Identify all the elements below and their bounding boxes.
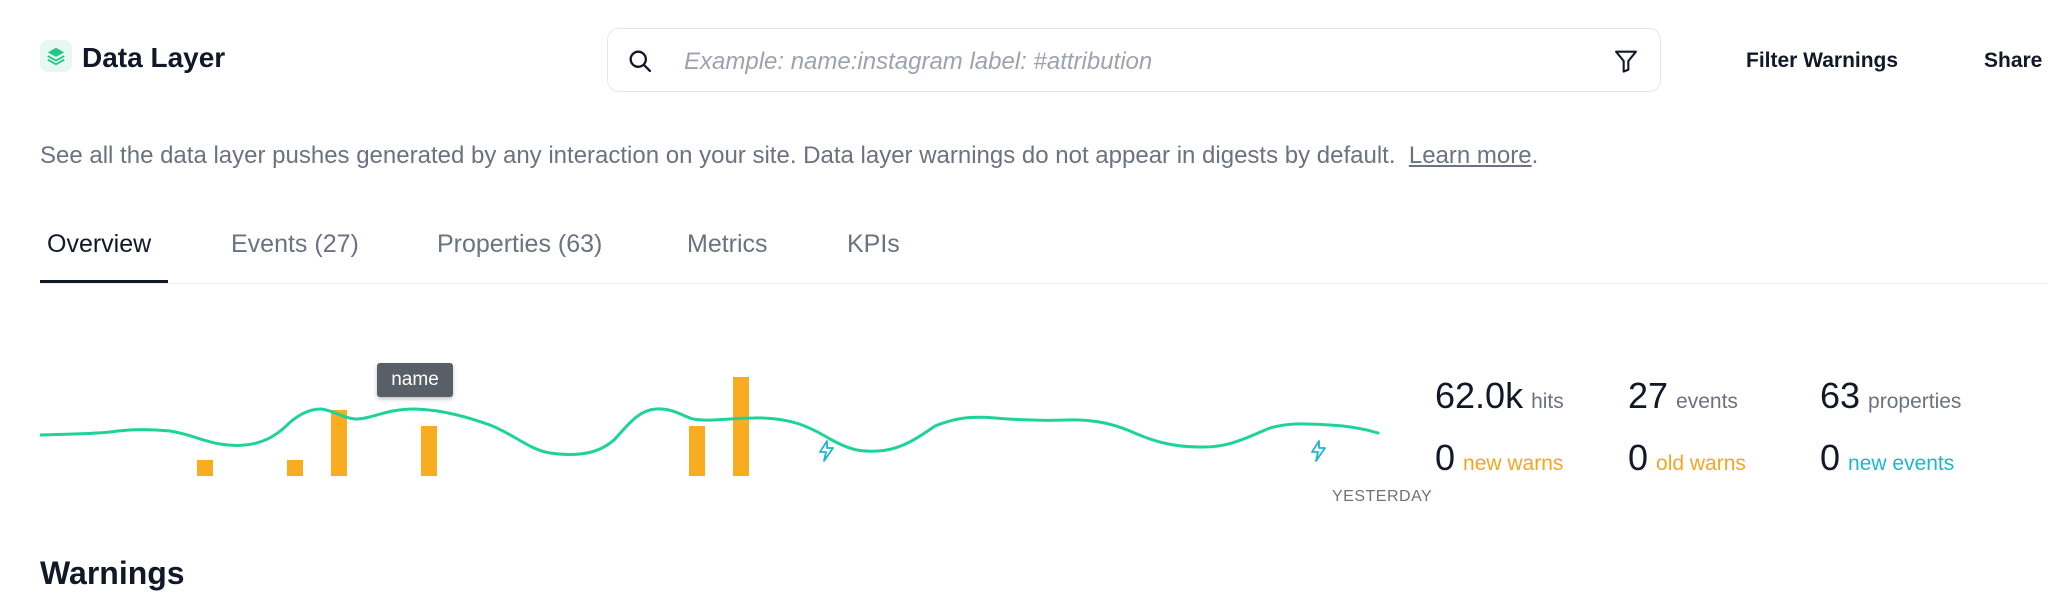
bars-group xyxy=(197,377,749,476)
stat-label: new events xyxy=(1848,452,1955,475)
stat-hits: 62.0k hits xyxy=(1435,376,1564,424)
stat-new-events: 0 new events xyxy=(1820,438,1954,486)
layers-icon xyxy=(47,47,65,66)
stat-label: events xyxy=(1676,390,1738,413)
tab-metrics[interactable]: Metrics xyxy=(687,226,768,262)
filter-icon[interactable] xyxy=(1612,47,1640,75)
search-icon xyxy=(629,50,652,73)
x-axis-label: YESTERDAY xyxy=(1332,488,1433,505)
search-bar[interactable] xyxy=(607,28,1661,92)
logo xyxy=(40,40,72,72)
search-input[interactable] xyxy=(682,41,1566,83)
lightning-icon xyxy=(1311,440,1326,462)
stat-value: 63 xyxy=(1820,375,1861,416)
share-button[interactable]: Share xyxy=(1984,47,2042,75)
page-title: Data Layer xyxy=(82,42,226,73)
warning-bar xyxy=(733,377,749,476)
tabs-divider xyxy=(40,283,2048,284)
hits-line xyxy=(40,407,1380,456)
stat-label: properties xyxy=(1868,390,1962,413)
warning-bar xyxy=(287,460,303,476)
learn-more-link[interactable]: Learn more xyxy=(1409,142,1532,169)
page-description: See all the data layer pushes generated … xyxy=(40,140,1538,172)
stat-properties: 63 properties xyxy=(1820,376,1961,424)
stat-events: 27 events xyxy=(1628,376,1738,424)
warning-bar xyxy=(689,426,705,476)
stat-new-warns: 0 new warns xyxy=(1435,438,1563,486)
warning-bar xyxy=(421,426,437,476)
stat-label: new warns xyxy=(1463,452,1564,475)
filter-warnings-button[interactable]: Filter Warnings xyxy=(1746,47,1898,75)
stat-value: 27 xyxy=(1628,375,1669,416)
tab-properties[interactable]: Properties (63) xyxy=(437,226,602,262)
stat-value: 62.0k xyxy=(1435,375,1524,416)
stat-label: old warns xyxy=(1656,452,1746,475)
stat-label: hits xyxy=(1531,390,1564,413)
stat-old-warns: 0 old warns xyxy=(1628,438,1746,486)
description-suffix: . xyxy=(1531,142,1539,169)
lightning-icon xyxy=(819,440,834,462)
warnings-heading: Warnings xyxy=(40,555,185,591)
tab-kpis[interactable]: KPIs xyxy=(847,226,900,262)
activity-chart[interactable] xyxy=(40,330,1440,520)
tab-events[interactable]: Events (27) xyxy=(231,226,359,262)
warning-bar xyxy=(331,410,347,476)
stat-value: 0 xyxy=(1820,437,1841,478)
stat-value: 0 xyxy=(1435,437,1456,478)
warning-bar xyxy=(197,460,213,476)
chart-tooltip: name xyxy=(377,363,453,397)
stat-value: 0 xyxy=(1628,437,1649,478)
description-text: See all the data layer pushes generated … xyxy=(40,142,1396,169)
tab-overview[interactable]: Overview xyxy=(47,226,151,262)
